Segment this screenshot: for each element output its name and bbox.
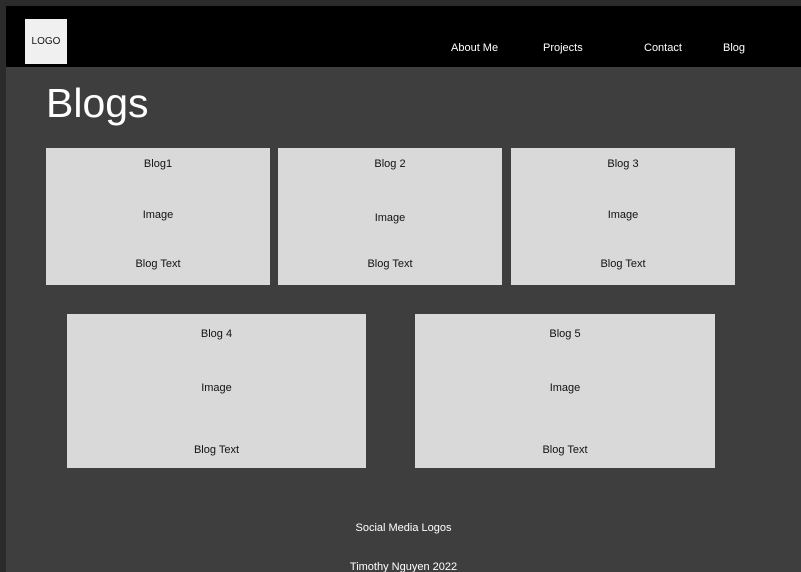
- blog-card-3[interactable]: Blog 3 Image Blog Text: [511, 148, 735, 285]
- blog-card-4[interactable]: Blog 4 Image Blog Text: [67, 314, 366, 468]
- page-title: Blogs: [46, 80, 149, 126]
- social-media-logos: Social Media Logos: [355, 522, 452, 534]
- nav-link-projects[interactable]: Projects: [543, 42, 583, 54]
- blog-card-text: Blog Text: [367, 258, 413, 270]
- blog-card-text: Blog Text: [600, 258, 646, 270]
- blog-card-title: Blog 3: [607, 158, 639, 170]
- blog-card-image-placeholder: Image: [201, 382, 232, 394]
- blog-card-title: Blog 4: [200, 328, 233, 340]
- nav-link-about-me[interactable]: About Me: [451, 42, 498, 54]
- blog-card-image-placeholder: Image: [374, 212, 406, 224]
- blog-card-2[interactable]: Blog 2 Image Blog Text: [278, 148, 502, 285]
- blog-card-image-placeholder: Image: [607, 209, 639, 221]
- blog-card-title: Blog1: [143, 158, 173, 170]
- nav-link-contact[interactable]: Contact: [644, 42, 682, 54]
- blog-card-text: Blog Text: [542, 444, 588, 456]
- blog-card-image-placeholder: Image: [549, 382, 581, 394]
- blog-card-title: Blog 5: [549, 328, 581, 340]
- blog-card-text: Blog Text: [193, 444, 240, 456]
- logo[interactable]: LOGO: [25, 19, 67, 64]
- blog-card-text: Blog Text: [135, 258, 181, 270]
- blog-card-1[interactable]: Blog1 Image Blog Text: [46, 148, 270, 285]
- blog-card-title: Blog 2: [374, 158, 406, 170]
- header-bar: LOGO About Me Projects Contact Blog: [6, 6, 801, 67]
- nav-link-blog[interactable]: Blog: [723, 42, 745, 54]
- footer-credit: Timothy Nguyen 2022: [349, 561, 458, 572]
- blog-card-image-placeholder: Image: [142, 209, 174, 221]
- blog-card-5[interactable]: Blog 5 Image Blog Text: [415, 314, 715, 468]
- page: LOGO About Me Projects Contact Blog Blog…: [6, 6, 801, 572]
